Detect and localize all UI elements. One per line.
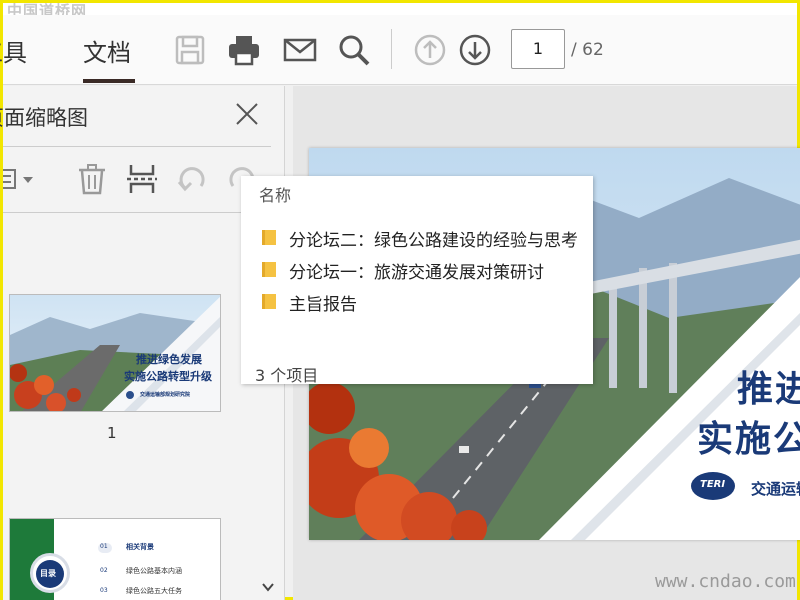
logo-text: TERI: [700, 479, 726, 490]
watermark-bottom: www.cndao.com: [655, 571, 796, 592]
page-org: 交通运输: [751, 480, 800, 498]
extract-icon[interactable]: [125, 162, 159, 196]
folder-label: 分论坛二：绿色公路建设的经验与思考: [289, 231, 578, 251]
folder-item[interactable]: 分论坛一：旅游交通发展对策研讨: [261, 258, 593, 283]
print-icon[interactable]: [227, 33, 261, 67]
save-icon[interactable]: [173, 33, 207, 67]
top-strip: 中国道桥网: [3, 3, 797, 15]
toc-item-1: 相关背景: [126, 543, 154, 551]
page-title-line1: 推进: [737, 369, 800, 410]
folder-list-popup: 名称 分论坛二：绿色公路建设的经验与思考 分论坛一：旅游交通发展对策研讨 主旨报…: [241, 176, 593, 384]
toolbar-separator: [391, 29, 392, 69]
toc-number-3: 03: [100, 587, 108, 594]
folder-label: 分论坛一：旅游交通发展对策研讨: [289, 263, 544, 283]
toc-item-2: 绿色公路基本内涵: [126, 567, 182, 575]
sidebar-title: 页面缩略图: [0, 106, 88, 130]
folder-icon: [262, 230, 276, 245]
thumbnail-page-number: 1: [107, 424, 117, 442]
toc-title: 目录: [40, 569, 56, 578]
toc-item-3: 绿色公路五大任务: [126, 587, 182, 595]
main-toolbar: 工具 文档 1 / 62: [0, 15, 797, 85]
sidebar-divider: [3, 146, 271, 147]
close-icon[interactable]: [235, 102, 259, 126]
folder-item[interactable]: 分论坛二：绿色公路建设的经验与思考: [261, 226, 593, 251]
delete-icon[interactable]: [75, 162, 109, 196]
page-options-icon[interactable]: [3, 162, 37, 196]
folder-item[interactable]: 主旨报告: [261, 290, 593, 315]
item-count: 3 个项目: [255, 366, 319, 384]
toc-number-1: 01: [100, 543, 108, 550]
page-up-icon[interactable]: [413, 33, 447, 67]
sidebar-divider: [3, 212, 271, 213]
folder-icon: [262, 262, 276, 277]
popup-column-header: 名称: [259, 186, 292, 205]
page-thumbnail-1[interactable]: 推进绿色发展 实施公路转型升级 交通运输部规划研究院: [9, 294, 221, 412]
page-down-icon[interactable]: [458, 33, 492, 67]
page-total: / 62: [571, 40, 604, 60]
thumbnail-org: 交通运输部规划研究院: [140, 392, 191, 398]
search-icon[interactable]: [337, 33, 371, 67]
toc-number-2: 02: [100, 567, 108, 574]
thumbnail-title-line2: 实施公路转型升级: [124, 370, 212, 383]
page-number-input[interactable]: 1: [511, 29, 565, 69]
email-icon[interactable]: [283, 33, 317, 67]
menu-tools[interactable]: 工具: [0, 33, 27, 68]
page-thumbnail-2[interactable]: 目录 01 相关背景 02 绿色公路基本内涵 03 绿色公路五大任务: [9, 518, 221, 600]
undo-icon[interactable]: [175, 162, 209, 196]
active-tab-indicator: [83, 79, 135, 83]
thumbnail-title-line1: 推进绿色发展: [136, 353, 202, 366]
watermark-top: 中国道桥网: [7, 3, 88, 15]
sidebar-toolbar: [3, 156, 271, 206]
folder-label: 主旨报告: [289, 295, 357, 315]
chevron-down-icon[interactable]: [261, 580, 275, 594]
folder-icon: [262, 294, 276, 309]
page-title-line2: 实施公: [697, 419, 800, 460]
menu-document[interactable]: 文档: [83, 33, 131, 68]
